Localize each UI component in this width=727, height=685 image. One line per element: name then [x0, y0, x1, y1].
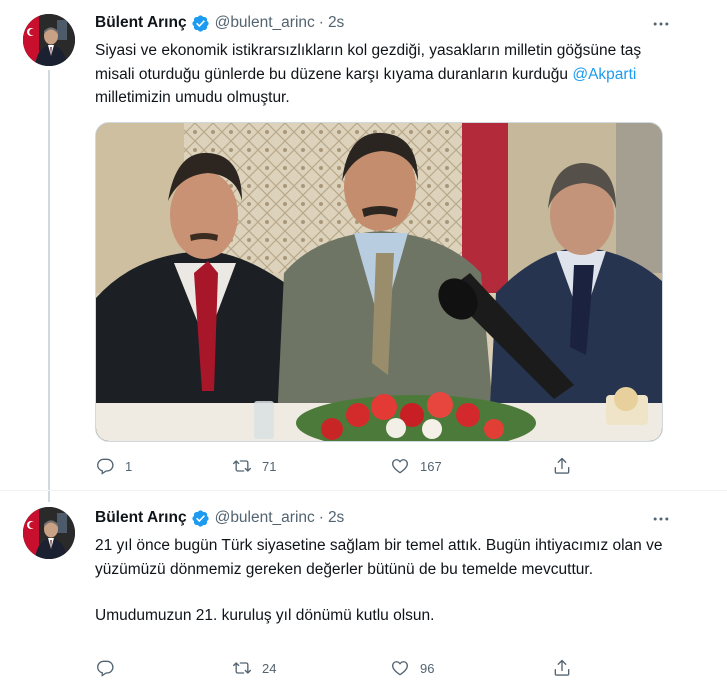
share-button[interactable] [552, 657, 572, 679]
like-icon [392, 661, 408, 676]
mention-link[interactable]: @Akparti [572, 66, 636, 83]
avatar[interactable] [23, 507, 75, 559]
author-name[interactable]: Bülent Arınç [95, 509, 187, 527]
like-icon [392, 459, 408, 474]
like-count: 167 [420, 458, 442, 474]
tweet-1[interactable]: Bülent Arınç @bulent_arinc · 2s Siyasi v… [0, 0, 727, 490]
more-icon[interactable] [651, 14, 671, 34]
tweet-2[interactable]: Bülent Arınç @bulent_arinc · 2s 21 yıl ö… [0, 490, 727, 685]
like-count: 96 [420, 660, 435, 676]
share-icon [554, 457, 570, 474]
timestamp[interactable]: 2s [328, 509, 344, 527]
author-handle[interactable]: @bulent_arinc [215, 509, 315, 527]
reply-icon [97, 458, 114, 475]
like-button[interactable]: 96 [390, 657, 434, 679]
reply-icon [97, 660, 114, 677]
retweet-count: 71 [262, 458, 277, 474]
share-icon [554, 659, 570, 676]
tweet-actions: 24 96 [95, 657, 615, 679]
reply-button[interactable]: 1 [95, 455, 132, 477]
tweet-paragraph: Umudumuzun 21. kuruluş yıl dönümü kutlu … [95, 607, 435, 624]
retweet-icon [233, 460, 251, 472]
tweet-header: Bülent Arınç @bulent_arinc · 2s [95, 507, 344, 529]
tweet-header: Bülent Arınç @bulent_arinc · 2s [95, 12, 344, 34]
verified-badge-icon [191, 509, 210, 528]
tweet-text: 21 yıl önce bugün Türk siyasetine sağlam… [95, 534, 675, 628]
more-icon[interactable] [651, 509, 671, 529]
author-handle[interactable]: @bulent_arinc [215, 14, 315, 32]
like-button[interactable]: 167 [390, 455, 442, 477]
retweet-button[interactable]: 71 [232, 455, 276, 477]
verified-badge-icon [191, 14, 210, 33]
reply-button[interactable] [95, 657, 125, 679]
avatar[interactable] [23, 14, 75, 66]
reply-count: 1 [125, 458, 133, 474]
retweet-icon [233, 662, 251, 674]
share-button[interactable] [552, 455, 572, 477]
tweet-text-part: Siyasi ve ekonomik istikrarsızlıkların k… [95, 42, 642, 83]
tweet-paragraph: 21 yıl önce bugün Türk siyasetine sağlam… [95, 537, 663, 578]
tweet-actions: 1 71 167 [95, 455, 615, 477]
retweet-count: 24 [262, 660, 277, 676]
separator-dot: · [318, 509, 324, 526]
timestamp[interactable]: 2s [328, 14, 344, 32]
separator-dot: · [318, 14, 324, 31]
author-name[interactable]: Bülent Arınç [95, 14, 187, 32]
tweet-text: Siyasi ve ekonomik istikrarsızlıkların k… [95, 39, 675, 110]
retweet-button[interactable]: 24 [232, 657, 276, 679]
tweet-text-part: milletimizin umudu olmuştur. [95, 89, 290, 106]
tweet-photo[interactable] [95, 122, 663, 442]
